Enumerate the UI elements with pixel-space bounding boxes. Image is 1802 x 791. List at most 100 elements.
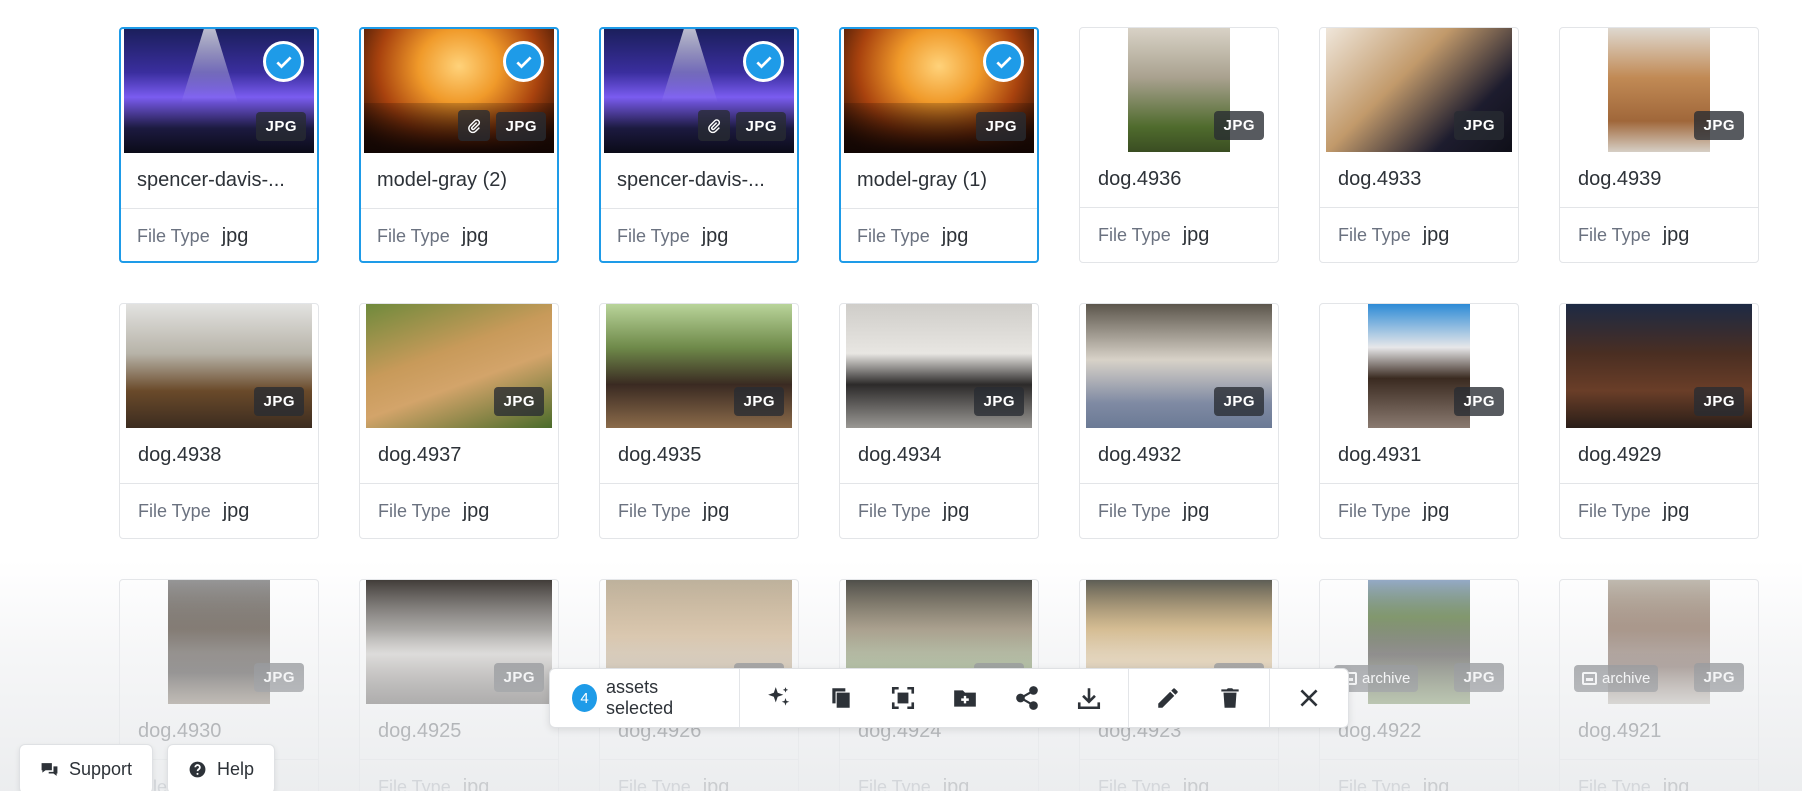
selected-checkmark[interactable] [983, 41, 1024, 82]
asset-card[interactable]: JPG model-gray (1) File Type jpg [839, 27, 1039, 263]
asset-thumbnail[interactable]: JPG [366, 304, 552, 428]
asset-thumbnail[interactable]: JPG [846, 304, 1032, 428]
asset-name[interactable]: dog.4934 [840, 428, 1038, 484]
selected-checkmark[interactable] [263, 41, 304, 82]
asset-metadata-row: File Type jpg [1320, 760, 1518, 791]
asset-name[interactable]: dog.4939 [1560, 152, 1758, 208]
crop-button[interactable] [872, 676, 934, 720]
selected-count-label: assets selected [606, 677, 674, 718]
share-button[interactable] [996, 676, 1058, 720]
asset-metadata-row: File Type jpg [360, 760, 558, 791]
asset-name[interactable]: model-gray (1) [841, 153, 1037, 209]
asset-name[interactable]: dog.4925 [360, 704, 558, 760]
asset-card[interactable]: JPG dog.4934 File Type jpg [839, 303, 1039, 539]
asset-name[interactable]: dog.4931 [1320, 428, 1518, 484]
asset-card[interactable]: JPG dog.4939 File Type jpg [1559, 27, 1759, 263]
edit-button[interactable] [1137, 676, 1199, 720]
file-type-label: File Type [377, 225, 450, 246]
file-type-value: jpg [1422, 775, 1450, 791]
file-type-badge: JPG [254, 663, 304, 692]
asset-card[interactable]: JPG dog.4937 File Type jpg [359, 303, 559, 539]
file-type-badge: JPG [1454, 663, 1504, 692]
checkmark-icon [995, 55, 1012, 68]
asset-card[interactable]: JPG spencer-davis-... File Type jpg [119, 27, 319, 263]
file-type-value: jpg [701, 224, 729, 247]
help-button[interactable]: Help [167, 744, 276, 791]
asset-card[interactable]: JPG model-gray (2) File Type jpg [359, 27, 559, 263]
asset-metadata-row: File Type jpg [840, 760, 1038, 791]
close-icon [1300, 689, 1318, 707]
asset-card[interactable]: JPG dog.4936 File Type jpg [1079, 27, 1279, 263]
asset-thumbnail[interactable]: JPG [1566, 28, 1752, 152]
add-to-folder-button[interactable] [934, 676, 996, 720]
support-label: Support [69, 758, 133, 779]
download-button[interactable] [1058, 676, 1120, 720]
asset-name[interactable]: dog.4933 [1320, 152, 1518, 208]
selected-checkmark[interactable] [743, 41, 784, 82]
support-button[interactable]: Support [19, 744, 154, 791]
asset-name[interactable]: dog.4937 [360, 428, 558, 484]
asset-card[interactable]: JPG dog.4933 File Type jpg [1319, 27, 1519, 263]
file-type-value: jpg [222, 499, 250, 522]
close-selection-button[interactable] [1278, 676, 1340, 720]
asset-card[interactable]: JPG dog.4938 File Type jpg [119, 303, 319, 539]
asset-thumbnail[interactable]: archive JPG [1326, 580, 1512, 704]
file-type-badge: JPG [736, 112, 786, 141]
asset-thumbnail[interactable]: JPG [1326, 304, 1512, 428]
archive-icon [1582, 672, 1597, 685]
attachment-indicator [698, 110, 730, 141]
asset-thumbnail[interactable]: JPG [364, 29, 554, 153]
asset-metadata-row: File Type jpg [841, 209, 1037, 261]
file-type-value: jpg [1182, 499, 1210, 522]
asset-name[interactable]: dog.4922 [1320, 704, 1518, 760]
action-group-edit [1129, 669, 1270, 727]
asset-metadata-row: File Type jpg [1080, 208, 1278, 262]
paperclip-icon [708, 118, 721, 133]
asset-card[interactable]: archive JPG dog.4921 File Type jpg [1559, 579, 1759, 791]
asset-name[interactable]: dog.4936 [1080, 152, 1278, 208]
action-group-primary [740, 669, 1129, 727]
chat-icon [41, 762, 58, 776]
selected-count-badge: 4 [572, 684, 598, 712]
asset-card[interactable]: JPG dog.4935 File Type jpg [599, 303, 799, 539]
ai-sparkles-button[interactable] [748, 676, 810, 720]
asset-thumbnail[interactable]: JPG [366, 580, 552, 704]
file-type-label: File Type [1338, 776, 1411, 791]
asset-name[interactable]: spencer-davis-... [121, 153, 317, 209]
selected-checkmark[interactable] [503, 41, 544, 82]
asset-thumbnail[interactable]: JPG [606, 304, 792, 428]
file-type-value: jpg [941, 224, 969, 247]
asset-thumbnail[interactable]: archive JPG [1566, 580, 1752, 704]
asset-thumbnail[interactable]: JPG [126, 304, 312, 428]
asset-thumbnail[interactable]: JPG [604, 29, 794, 153]
asset-card[interactable]: JPG dog.4929 File Type jpg [1559, 303, 1759, 539]
asset-name[interactable]: dog.4921 [1560, 704, 1758, 760]
asset-thumbnail[interactable]: JPG [844, 29, 1034, 153]
asset-name[interactable]: dog.4938 [120, 428, 318, 484]
asset-metadata-row: File Type jpg [1560, 208, 1758, 262]
asset-card[interactable]: JPG dog.4931 File Type jpg [1319, 303, 1519, 539]
asset-thumbnail[interactable]: JPG [1086, 28, 1272, 152]
file-type-value: jpg [702, 775, 730, 791]
asset-thumbnail[interactable]: JPG [1086, 304, 1272, 428]
asset-thumbnail[interactable]: JPG [1326, 28, 1512, 152]
asset-thumbnail[interactable]: JPG [1566, 304, 1752, 428]
delete-button[interactable] [1199, 676, 1261, 720]
asset-name[interactable]: dog.4935 [600, 428, 798, 484]
asset-card[interactable]: JPG spencer-davis-... File Type jpg [599, 27, 799, 263]
crop-icon [891, 686, 915, 710]
asset-name[interactable]: dog.4932 [1080, 428, 1278, 484]
asset-name[interactable]: spencer-davis-... [601, 153, 797, 209]
asset-card[interactable]: JPG dog.4932 File Type jpg [1079, 303, 1279, 539]
asset-metadata-row: File Type jpg [600, 484, 798, 538]
asset-thumbnail[interactable]: JPG [124, 29, 314, 153]
asset-name[interactable]: dog.4929 [1560, 428, 1758, 484]
asset-card[interactable]: archive JPG dog.4922 File Type jpg [1319, 579, 1519, 791]
file-type-value: jpg [702, 499, 730, 522]
checkmark-icon [275, 55, 292, 68]
asset-thumbnail[interactable]: JPG [126, 580, 312, 704]
asset-name[interactable]: model-gray (2) [361, 153, 557, 209]
asset-card[interactable]: JPG dog.4925 File Type jpg [359, 579, 559, 791]
duplicate-button[interactable] [810, 676, 872, 720]
asset-metadata-row: File Type jpg [1080, 484, 1278, 538]
